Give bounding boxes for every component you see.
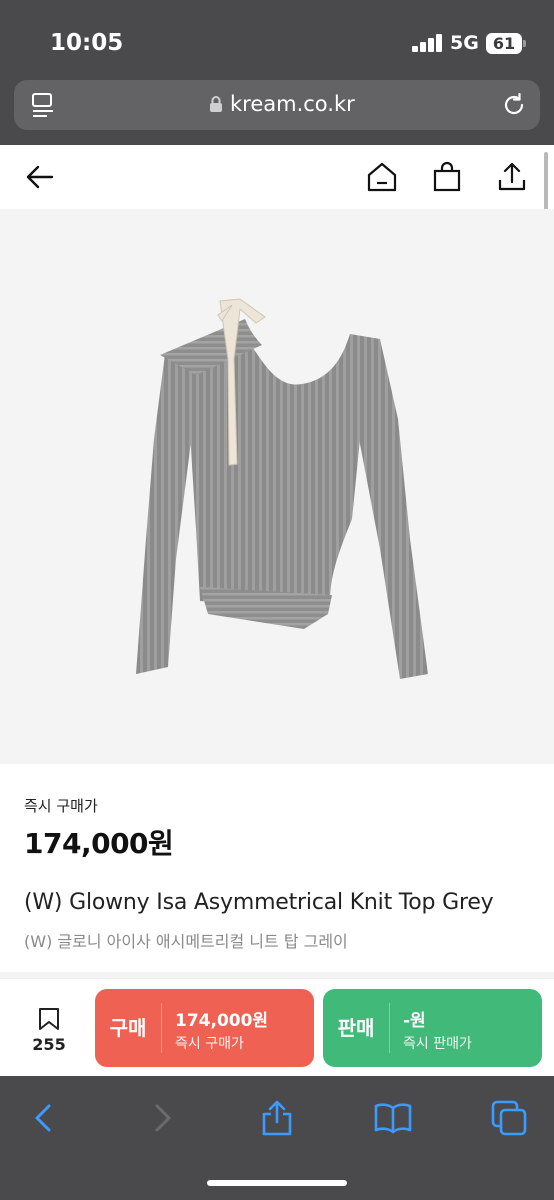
sell-sublabel: 즉시 판매가 <box>403 1036 472 1052</box>
status-bar: 10:05 5G 61 <box>0 0 554 80</box>
sell-divider <box>389 1003 390 1053</box>
instant-buy-price-label: 즉시 구매가 <box>24 797 98 815</box>
bookmark-button[interactable]: 255 <box>22 1003 76 1063</box>
url-text[interactable]: kream.co.kr <box>230 92 355 116</box>
lock-icon <box>210 96 222 112</box>
sell-price: -원 <box>403 1011 426 1031</box>
browser-toolbar <box>0 1076 554 1200</box>
address-bar[interactable]: kream.co.kr <box>14 80 540 130</box>
buy-button[interactable]: 구매 174,000원 즉시 구매가 <box>95 989 314 1067</box>
buy-label: 구매 <box>109 1016 147 1040</box>
bookmark-count: 255 <box>32 1035 66 1054</box>
buy-price: 174,000원 <box>175 1011 269 1031</box>
purchase-action-bar: 255 구매 174,000원 즉시 구매가 판매 -원 즉시 판매가 <box>0 978 554 1076</box>
back-arrow-icon[interactable] <box>24 161 56 193</box>
bookmarks-icon[interactable] <box>373 1098 413 1138</box>
page-header <box>0 145 554 209</box>
share-icon[interactable] <box>496 161 528 193</box>
product-image[interactable] <box>0 209 554 764</box>
status-time: 10:05 <box>50 30 124 56</box>
cellular-signal-icon <box>412 34 444 52</box>
shopping-bag-icon[interactable] <box>431 161 463 193</box>
knit-top-illustration <box>136 298 428 679</box>
battery-nub <box>523 40 526 47</box>
forward-icon[interactable] <box>142 1098 182 1138</box>
battery-level: 61 <box>492 34 516 53</box>
share-icon[interactable] <box>257 1098 297 1138</box>
reader-mode-icon[interactable] <box>30 92 56 118</box>
browser-top-chrome: 10:05 5G 61 kream.co.kr <box>0 0 554 145</box>
buy-divider <box>161 1003 162 1053</box>
network-type: 5G <box>450 32 479 54</box>
buy-sublabel: 즉시 구매가 <box>175 1036 244 1052</box>
tabs-icon[interactable] <box>489 1098 529 1138</box>
sell-button[interactable]: 판매 -원 즉시 판매가 <box>323 989 542 1067</box>
bookmark-icon[interactable] <box>38 1007 60 1031</box>
back-icon[interactable] <box>24 1098 64 1138</box>
reload-icon[interactable] <box>500 91 528 119</box>
home-icon[interactable] <box>366 161 398 193</box>
product-title: (W) Glowny Isa Asymmetrical Knit Top Gre… <box>24 890 494 915</box>
home-indicator[interactable] <box>207 1180 347 1186</box>
product-price: 174,000원 <box>24 827 174 860</box>
battery-icon: 61 <box>486 33 522 54</box>
sell-label: 판매 <box>337 1016 375 1040</box>
product-subtitle: (W) 글로니 아이사 애시메트리컬 니트 탑 그레이 <box>24 932 348 951</box>
